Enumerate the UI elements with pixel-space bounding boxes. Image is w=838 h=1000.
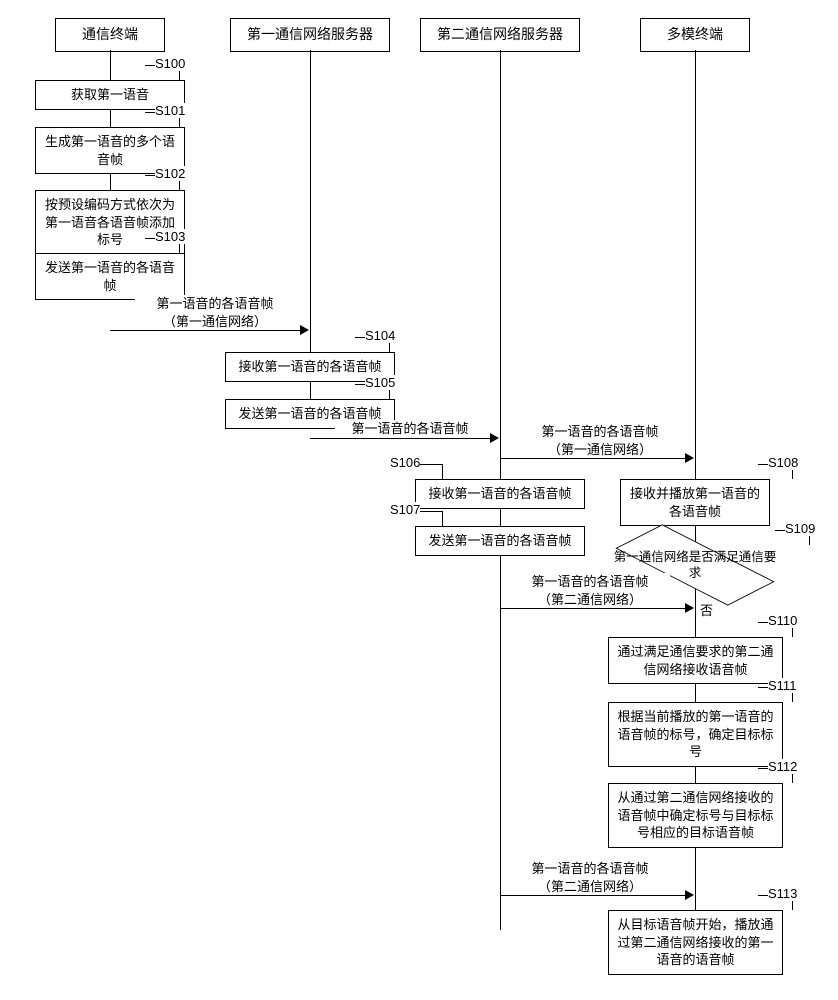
msg3-line2: （第一通信网络） xyxy=(548,442,652,457)
lane-header-server1: 第一通信网络服务器 xyxy=(230,18,390,52)
step-s107: 发送第一语音的各语音帧 xyxy=(415,526,585,556)
arrow-server1-to-server2 xyxy=(310,438,492,439)
lane-header-server2: 第二通信网络服务器 xyxy=(420,18,580,52)
msg5-line2: （第二通信网络） xyxy=(538,879,642,894)
msg-server2-to-multimode: 第一语音的各语音帧 （第二通信网络） xyxy=(510,573,670,608)
label-s102: S102 xyxy=(155,166,185,181)
step-s110: 通过满足通信要求的第二通信网络接收语音帧 xyxy=(608,637,783,684)
msg-terminal-to-server1: 第一语音的各语音帧 （第一通信网络） xyxy=(135,295,295,330)
step-s111: 根据当前播放的第一语音的语音帧的标号，确定目标标号 xyxy=(608,702,783,767)
msg-server1-to-server2: 第一语音的各语音帧 xyxy=(335,420,485,438)
label-s111: S111 xyxy=(768,678,796,693)
lane-header-multimode: 多模终端 xyxy=(640,18,750,52)
step-s108: 接收并播放第一语音的各语音帧 xyxy=(620,479,770,526)
arrowhead-terminal-to-server1 xyxy=(300,325,309,335)
msg4-line1: 第一语音的各语音帧 xyxy=(531,574,648,589)
arrow-server2-to-multimode xyxy=(500,608,687,609)
label-s105: S105 xyxy=(365,375,395,390)
arrowhead-server2-to-multimode-2 xyxy=(685,890,694,900)
arrowhead-server1-to-multimode xyxy=(685,453,694,463)
label-s101: S101 xyxy=(155,103,185,118)
arrow-terminal-to-server1 xyxy=(110,330,302,331)
label-s109: S109 xyxy=(785,521,815,536)
label-s108: S108 xyxy=(768,455,798,470)
msg3-line1: 第一语音的各语音帧 xyxy=(541,424,658,439)
msg1-line1: 第一语音的各语音帧 xyxy=(156,296,273,311)
arrow-server1-to-multimode xyxy=(500,458,687,459)
arrow-server2-to-multimode-2 xyxy=(500,895,687,896)
step-s103: 发送第一语音的各语音帧 xyxy=(35,253,185,300)
msg5-line1: 第一语音的各语音帧 xyxy=(531,861,648,876)
step-s112: 从通过第二通信网络接收的语音帧中确定标号与目标标号相应的目标语音帧 xyxy=(608,783,783,848)
msg-server1-to-multimode: 第一语音的各语音帧 （第一通信网络） xyxy=(520,423,680,458)
sequence-diagram: 通信终端 第一通信网络服务器 第二通信网络服务器 多模终端 S100 获取第一语… xyxy=(0,0,838,1000)
label-s106: S106 xyxy=(390,455,420,470)
label-s103: S103 xyxy=(155,229,185,244)
label-s107: S107 xyxy=(390,502,420,517)
label-s110: S110 xyxy=(768,613,797,628)
label-s113: S113 xyxy=(768,886,797,901)
label-s104: S104 xyxy=(365,328,395,343)
arrowhead-server2-to-multimode xyxy=(685,603,694,613)
arrowhead-server1-to-server2 xyxy=(490,433,499,443)
step-s113: 从目标语音帧开始，播放通过第二通信网络接收的第一语音的语音帧 xyxy=(608,910,783,975)
label-s112: S112 xyxy=(768,759,797,774)
lane-header-terminal: 通信终端 xyxy=(55,18,165,52)
step-s106: 接收第一语音的各语音帧 xyxy=(415,479,585,509)
msg1-line2: （第一通信网络） xyxy=(163,314,267,329)
msg-server2-to-multimode-2: 第一语音的各语音帧 （第二通信网络） xyxy=(510,860,670,895)
msg4-line2: （第二通信网络） xyxy=(538,592,642,607)
branch-no-label: 否 xyxy=(700,600,713,619)
label-s100: S100 xyxy=(155,56,185,71)
